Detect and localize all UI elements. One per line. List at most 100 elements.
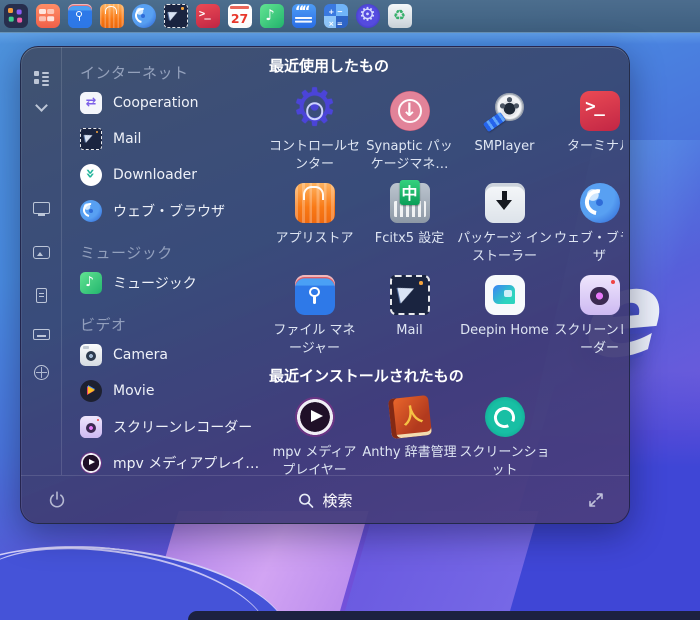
app-list-item-label: Mail <box>113 131 142 147</box>
anthy-icon <box>387 395 432 439</box>
dock-item-terminal[interactable] <box>195 4 220 29</box>
app-list-item-label: Movie <box>113 383 155 399</box>
app-list-item-label: スクリーンレコーダー <box>113 420 253 436</box>
grid-app-item[interactable]: パッケージ インストーラー <box>457 181 552 273</box>
deepinhome-icon <box>484 275 525 315</box>
app-list-item[interactable]: Mail <box>80 121 265 157</box>
filter-photos-icon <box>33 244 50 261</box>
dock-item-music[interactable] <box>259 4 284 29</box>
app-list-item[interactable]: mpv メディアプレイ… <box>80 445 265 475</box>
dock-item-file-manager[interactable] <box>67 4 92 29</box>
mail-icon <box>163 4 188 28</box>
grid-app-label: アプリストア <box>275 231 354 246</box>
app-store-icon <box>99 4 124 28</box>
app-list-item[interactable]: Camera <box>80 337 265 373</box>
wallpaper-arc-line <box>0 526 279 620</box>
app-list: インターネット Cooperation Mail Downloader ウェブ・ブラウザ… <box>63 47 265 475</box>
screenshot-icon <box>484 397 525 437</box>
grid-section-0: コントロールセンターSynaptic パッケージマネ… SMPlayer ターミナル… <box>267 89 623 365</box>
grid-app-item[interactable]: Anthy 辞書管理 <box>362 395 457 475</box>
mail-icon <box>80 128 102 150</box>
dock-item-calculator[interactable] <box>323 4 348 30</box>
rail-filter-documents[interactable] <box>33 287 50 304</box>
grid-app-label: Anthy 辞書管理 <box>362 445 457 460</box>
browser-icon <box>131 4 156 28</box>
dock-item-browser[interactable] <box>131 4 156 29</box>
rail-filter-display[interactable] <box>33 200 50 217</box>
file-manager-icon <box>67 4 92 28</box>
browser-icon <box>80 200 102 222</box>
rail-filter-media[interactable] <box>33 326 50 343</box>
filter-display-icon <box>33 200 50 217</box>
grid-section-header: 最近使用したもの <box>269 57 390 75</box>
terminal-icon <box>195 4 220 28</box>
app-list-item-label: mpv メディアプレイ… <box>113 456 260 472</box>
filter-documents-icon <box>33 287 50 304</box>
dock-item-mail[interactable] <box>163 4 188 29</box>
dock-item-text-editor[interactable] <box>291 4 316 29</box>
grid-app-label: Deepin Home <box>460 323 549 338</box>
rail-filter-others[interactable] <box>33 364 50 381</box>
wallpaper-dark-bottom-bar <box>188 611 700 620</box>
grid-app-item[interactable]: コントロールセンター <box>267 89 362 181</box>
launcher-icon <box>3 4 28 28</box>
view-categories-icon <box>33 69 50 86</box>
music-icon <box>259 4 284 28</box>
grid-app-item[interactable]: Mail <box>362 273 457 365</box>
rail-view-categories[interactable] <box>33 69 50 86</box>
grid-app-item[interactable]: Synaptic パッケージマネ… <box>362 89 457 181</box>
mpv-icon <box>294 397 335 437</box>
grid-app-item[interactable]: ウェブ・ブラウザ <box>552 181 623 273</box>
dock-item-app-store[interactable] <box>99 4 124 29</box>
dock-item-calendar[interactable] <box>227 4 252 29</box>
terminal-icon <box>579 91 620 131</box>
grid-app-item[interactable]: ターミナル <box>552 89 623 181</box>
grid-section-header: 最近インストールされたもの <box>269 367 464 385</box>
trash-icon <box>387 4 412 28</box>
search-icon <box>299 493 314 508</box>
app-list-item[interactable]: ウェブ・ブラウザ <box>80 193 265 229</box>
cooperation-icon <box>80 92 102 114</box>
app-list-item[interactable]: スクリーンレコーダー <box>80 409 265 445</box>
wallpaper-violet-band <box>345 511 539 611</box>
grid-app-item[interactable]: SMPlayer <box>457 89 552 181</box>
app-list-item[interactable]: Movie <box>80 373 265 409</box>
grid-app-item[interactable]: スクリーンレコーダー <box>552 273 623 365</box>
grid-app-item[interactable]: アプリストア <box>267 181 362 273</box>
grid-app-label: パッケージ インストーラー <box>457 231 552 264</box>
control-center-icon <box>355 4 380 28</box>
launcher-bottom-bar: 検索 <box>21 475 629 523</box>
dock-item-control-center[interactable] <box>355 4 380 29</box>
appstore-icon <box>294 183 335 223</box>
search-field[interactable]: 検索 <box>297 476 353 524</box>
grid-app-item[interactable]: ファイル マネージャー <box>267 273 362 365</box>
calendar-icon <box>227 4 252 28</box>
dock-item-app-grid[interactable] <box>35 4 60 29</box>
grid-app-item[interactable]: mpv メディアプレイヤー <box>267 395 362 475</box>
dock-item-launcher[interactable] <box>3 4 28 29</box>
launcher-side-rail <box>21 47 62 475</box>
mpv-icon <box>80 452 102 474</box>
camera-icon <box>80 344 102 366</box>
app-list-item[interactable]: ミュージック <box>80 265 265 301</box>
grid-app-item[interactable]: Fcitx5 設定 <box>362 181 457 273</box>
rail-filter-photos[interactable] <box>33 244 50 261</box>
app-list-item[interactable]: Downloader <box>80 157 265 193</box>
grid-app-label: ファイル マネージャー <box>273 323 356 356</box>
filemgr-icon <box>294 275 335 315</box>
dock-item-trash[interactable] <box>387 4 412 29</box>
fullscreen-toggle[interactable] <box>587 491 605 509</box>
grid-app-label: コントロールセンター <box>268 139 360 172</box>
browser-icon <box>579 183 620 223</box>
music-icon <box>80 272 102 294</box>
grid-app-item[interactable]: Deepin Home <box>457 273 552 365</box>
power-button[interactable] <box>47 490 67 510</box>
grid-app-item[interactable]: スクリーンショット <box>457 395 552 475</box>
app-list-item-label: ウェブ・ブラウザ <box>113 204 225 220</box>
app-list-item[interactable]: Cooperation <box>80 85 265 121</box>
app-grid-area: 最近使用したものコントロールセンターSynaptic パッケージマネ… SMPla… <box>267 47 623 475</box>
rail-collapse-chevron[interactable] <box>33 98 50 115</box>
app-list-item-label: Cooperation <box>113 95 199 111</box>
app-list-section-header: ビデオ <box>80 316 127 334</box>
app-list-item-label: Downloader <box>113 167 197 183</box>
